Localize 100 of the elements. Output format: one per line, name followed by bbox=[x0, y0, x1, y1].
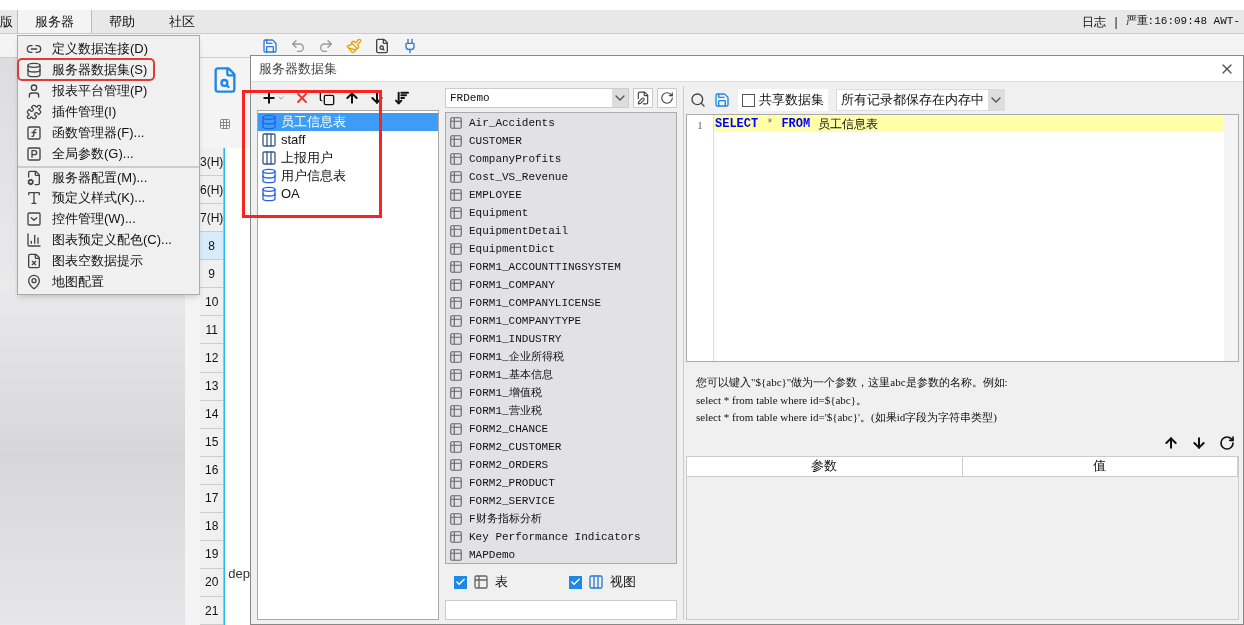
dialog-title: 服务器数据集 bbox=[259, 59, 337, 78]
row-header[interactable]: 15 bbox=[200, 428, 224, 457]
menu-item[interactable]: 预定义样式(K)... bbox=[18, 187, 199, 208]
menu-item[interactable]: 插件管理(I) bbox=[18, 101, 199, 122]
edit-connection-icon[interactable] bbox=[633, 88, 653, 108]
table-item[interactable]: FORM1_ACCOUNTTINGSYSTEM bbox=[446, 258, 676, 276]
menu-item[interactable]: 服务器 bbox=[17, 10, 92, 33]
preview-icon[interactable] bbox=[690, 92, 706, 108]
dataset-icon bbox=[26, 61, 42, 78]
config-icon bbox=[26, 169, 42, 186]
row-header[interactable]: 18 bbox=[200, 512, 224, 541]
share-checkbox[interactable] bbox=[742, 93, 755, 107]
search-field[interactable] bbox=[445, 600, 677, 620]
table-icon bbox=[449, 458, 463, 472]
menu-item[interactable]: 服务器配置(M)... bbox=[18, 166, 199, 187]
column-header: 值 bbox=[962, 456, 1238, 476]
table-item[interactable]: FORM1_增值税 bbox=[446, 384, 676, 402]
menu-item[interactable]: 图表空数据提示 bbox=[18, 250, 199, 271]
table-item[interactable]: FORM1_企业所得税 bbox=[446, 348, 676, 366]
preview-icon[interactable] bbox=[374, 37, 390, 54]
table-item[interactable]: FORM2_PRODUCT bbox=[446, 474, 676, 492]
connection-select[interactable]: FRDemo bbox=[445, 88, 629, 108]
table-item[interactable]: FORM2_CHANCE bbox=[446, 420, 676, 438]
table-item[interactable]: EquipmentDetail bbox=[446, 222, 676, 240]
menu-item[interactable]: 报表平台管理(P) bbox=[18, 80, 199, 101]
table-icon bbox=[449, 332, 463, 346]
row-header[interactable]: 16 bbox=[200, 456, 224, 485]
table-item[interactable]: MAPDemo bbox=[446, 546, 676, 563]
row-header[interactable]: 8 bbox=[200, 232, 224, 261]
table-item[interactable]: F财务指标分析 bbox=[446, 510, 676, 528]
log-link[interactable]: 日志 bbox=[1082, 12, 1107, 31]
table-item[interactable]: Cost_VS_Revenue bbox=[446, 168, 676, 186]
empty-icon bbox=[26, 252, 42, 269]
menu-item[interactable]: 版 bbox=[0, 10, 17, 33]
row-header[interactable]: 11 bbox=[200, 316, 224, 345]
filter-checkbox[interactable] bbox=[569, 575, 582, 589]
table-item[interactable]: FORM2_SERVICE bbox=[446, 492, 676, 510]
menu-item[interactable]: 帮助 bbox=[92, 10, 152, 33]
widget-icon bbox=[26, 210, 42, 227]
table-icon bbox=[449, 440, 463, 454]
menu-item[interactable]: 定义数据连接(D) bbox=[18, 38, 199, 59]
row-header[interactable]: 17 bbox=[200, 484, 224, 513]
copy-icon[interactable] bbox=[319, 90, 335, 106]
menu-item[interactable]: 全局参数(G)... bbox=[18, 143, 199, 164]
table-icon bbox=[449, 476, 463, 490]
table-item[interactable]: FORM1_营业税 bbox=[446, 402, 676, 420]
table-item[interactable]: FORM1_COMPANY bbox=[446, 276, 676, 294]
table-icon bbox=[473, 574, 489, 590]
table-item[interactable]: EMPLOYEE bbox=[446, 186, 676, 204]
dataset-item[interactable]: 用户信息表 bbox=[258, 167, 438, 185]
dataset-item[interactable]: OA bbox=[258, 185, 438, 203]
dataset-item[interactable]: staff bbox=[258, 131, 438, 149]
filter-checkbox[interactable] bbox=[454, 575, 467, 589]
table-item[interactable]: EquipmentDict bbox=[446, 240, 676, 258]
table-icon bbox=[449, 206, 463, 220]
table-item[interactable]: FORM1_COMPANYLICENSE bbox=[446, 294, 676, 312]
table-item[interactable]: Key Performance Indicators bbox=[446, 528, 676, 546]
table-item[interactable]: FORM1_COMPANYTYPE bbox=[446, 312, 676, 330]
menu-item[interactable]: 服务器数据集(S) bbox=[18, 59, 154, 80]
row-header[interactable]: 20 bbox=[200, 568, 224, 597]
caret-icon bbox=[277, 94, 285, 102]
table-icon bbox=[449, 188, 463, 202]
refresh-icon[interactable] bbox=[1219, 434, 1235, 451]
menu-item[interactable]: 图表预定义配色(C)... bbox=[18, 229, 199, 250]
sql-editor[interactable]: 1 SELECT * FROM 员工信息表 bbox=[686, 114, 1239, 362]
parameter-icon bbox=[26, 145, 42, 162]
table-item[interactable]: CompanyProfits bbox=[446, 150, 676, 168]
delete-icon[interactable] bbox=[294, 90, 310, 106]
database-icon bbox=[261, 114, 277, 130]
dataset-item[interactable]: 上报用户 bbox=[258, 149, 438, 167]
table-icon bbox=[449, 296, 463, 310]
row-header[interactable]: 12 bbox=[200, 344, 224, 373]
menu-item[interactable]: 函数管理器(F)... bbox=[18, 122, 199, 143]
plugin-icon bbox=[26, 103, 42, 120]
scrollbar[interactable] bbox=[1224, 115, 1238, 361]
menu-item[interactable]: 控件管理(W)... bbox=[18, 208, 199, 229]
add-dropdown[interactable] bbox=[261, 90, 285, 106]
table-item[interactable]: FORM2_CUSTOMER bbox=[446, 438, 676, 456]
move-up-icon[interactable] bbox=[344, 90, 360, 106]
sort-icon[interactable] bbox=[394, 90, 410, 106]
row-header[interactable]: 14 bbox=[200, 400, 224, 429]
menu-item[interactable]: 地图配置 bbox=[18, 271, 199, 292]
table-icon bbox=[449, 170, 463, 184]
row-header[interactable]: 19 bbox=[200, 540, 224, 569]
table-item[interactable]: FORM1_基本信息 bbox=[446, 366, 676, 384]
move-down-icon[interactable] bbox=[1191, 434, 1207, 451]
row-header[interactable]: 21 bbox=[200, 597, 224, 625]
table-item[interactable]: FORM2_ORDERS bbox=[446, 456, 676, 474]
row-header[interactable]: 13 bbox=[200, 372, 224, 401]
table-item[interactable]: Equipment bbox=[446, 204, 676, 222]
save-icon[interactable] bbox=[714, 92, 730, 108]
move-up-icon[interactable] bbox=[1163, 434, 1179, 451]
menu-item[interactable]: 社区 bbox=[152, 10, 212, 33]
table-item[interactable]: CUSTOMER bbox=[446, 132, 676, 150]
plug-icon[interactable] bbox=[402, 37, 418, 54]
grid-icon[interactable] bbox=[219, 118, 231, 130]
table-item[interactable]: Air_Accidents bbox=[446, 114, 676, 132]
cache-mode-select[interactable]: 所有记录都保存在内存中 bbox=[836, 89, 1005, 111]
save-icon[interactable] bbox=[262, 37, 278, 54]
table-item[interactable]: FORM1_INDUSTRY bbox=[446, 330, 676, 348]
